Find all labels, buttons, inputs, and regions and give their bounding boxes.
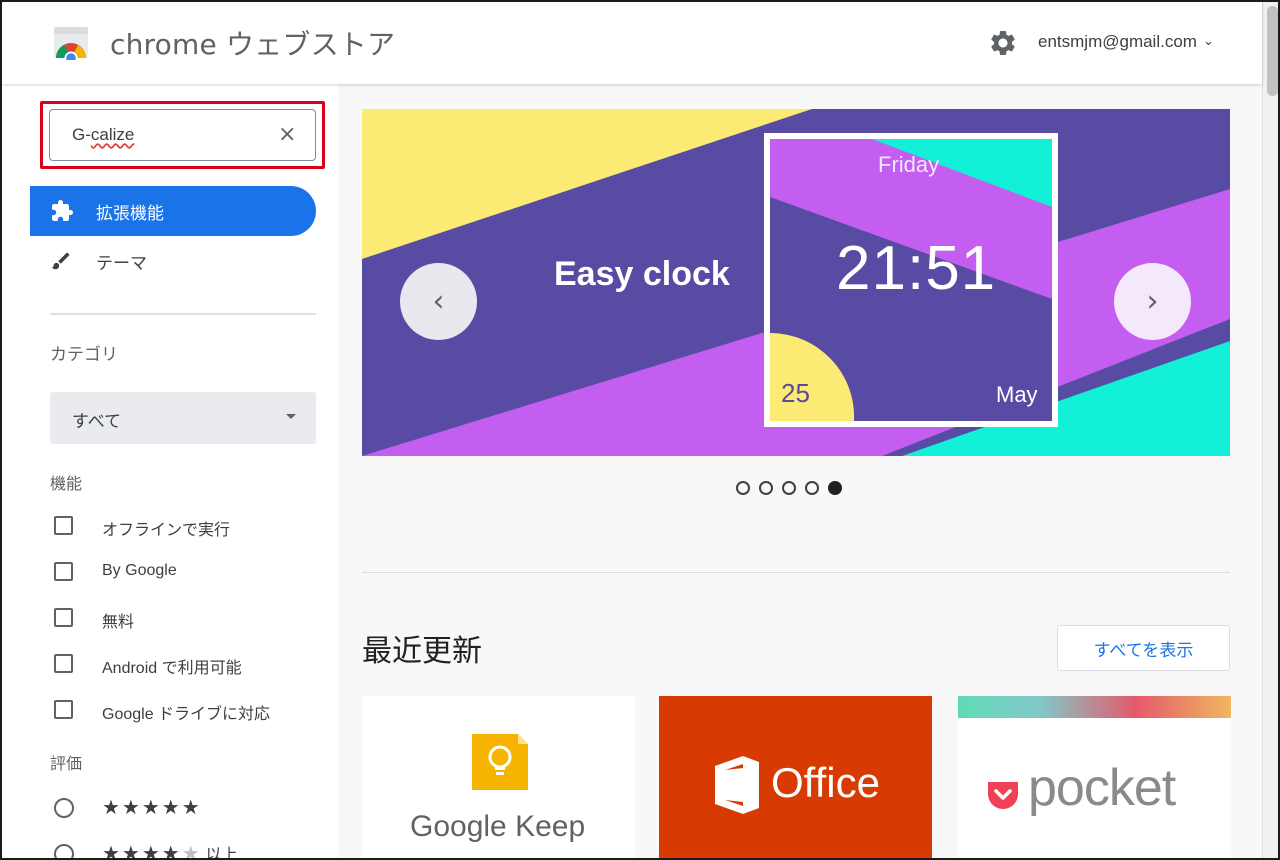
stars-suffix: 以上 — [205, 845, 238, 860]
app-title: chrome ウェブストア — [110, 28, 396, 61]
feature-label: オフラインで実行 — [102, 522, 231, 539]
chevron-down-icon: ⌄ — [1202, 33, 1214, 48]
stars-full: ★★★★★ — [102, 795, 202, 819]
carousel-dot[interactable] — [805, 481, 819, 495]
section-divider — [362, 572, 1230, 573]
star-rating-5: ★★★★★ — [102, 795, 202, 819]
featured-banner[interactable]: Easy clock Friday 21:51 25 May ‹ › — [362, 109, 1230, 456]
stars-dim: ★ — [181, 841, 202, 860]
carousel-prev-button[interactable]: ‹ — [400, 263, 477, 340]
scrollbar-thumb[interactable] — [1267, 6, 1278, 96]
carousel-dot[interactable] — [736, 481, 750, 495]
stars-full: ★★★★ — [102, 841, 182, 860]
feature-label: Google ドライブに対応 — [102, 706, 271, 723]
nav-extensions-label: 拡張機能 — [96, 204, 164, 224]
feature-label: By Google — [102, 562, 177, 579]
page-scrollbar[interactable] — [1262, 2, 1278, 858]
feature-offline-checkbox[interactable]: オフラインで実行 — [50, 512, 330, 542]
account-email: entsmjm@gmail.com — [1038, 32, 1197, 51]
checkbox-box[interactable] — [54, 700, 73, 719]
nav-themes-label: テーマ — [96, 254, 147, 274]
checkbox-box[interactable] — [54, 654, 73, 673]
nav-themes[interactable]: テーマ — [30, 238, 316, 284]
pocket-color-stripe — [958, 696, 1231, 718]
clock-month: May — [996, 382, 1038, 407]
main-content: Easy clock Friday 21:51 25 May ‹ › 最近更新 … — [338, 84, 1262, 858]
app-card-name: Google Keep — [410, 810, 586, 843]
carousel-next-button[interactable]: › — [1114, 263, 1191, 340]
search-field[interactable]: G-calize × — [49, 109, 316, 161]
sidebar: G-calize × 拡張機能 テーマ カテゴリ すべて 機能 オフラインで実行 — [2, 84, 338, 860]
clock-time: 21:51 — [836, 234, 997, 303]
feature-free-checkbox[interactable]: 無料 — [50, 604, 330, 634]
features-heading: 機能 — [50, 474, 83, 493]
account-menu[interactable]: entsmjm@gmail.com ⌄ — [1038, 32, 1214, 52]
app-card-office[interactable]: Office — [659, 696, 932, 858]
recent-section-title: 最近更新 — [362, 634, 482, 669]
dropdown-caret-icon — [286, 414, 296, 419]
app-card-google-keep[interactable]: Google Keep — [362, 696, 635, 858]
gear-icon[interactable] — [988, 28, 1018, 58]
category-selected-value: すべて — [72, 412, 122, 432]
chevron-right-icon: › — [1146, 284, 1159, 319]
nav-extensions[interactable]: 拡張機能 — [30, 186, 316, 236]
feature-label: 無料 — [102, 614, 135, 631]
clock-day: Friday — [878, 152, 940, 177]
browser-frame: chrome ウェブストア entsmjm@gmail.com ⌄ G-caliz… — [0, 0, 1280, 860]
banner-title: Easy clock — [554, 255, 730, 293]
feature-by-google-checkbox[interactable]: By Google — [50, 558, 330, 588]
feature-drive-checkbox[interactable]: Google ドライブに対応 — [50, 696, 330, 726]
search-value-misspelled: calize — [90, 125, 135, 144]
app-card-name: Office — [771, 759, 880, 806]
category-select[interactable]: すべて — [50, 392, 316, 444]
pocket-logo-icon — [988, 782, 1018, 809]
clear-search-icon[interactable]: × — [278, 123, 296, 147]
feature-label: Android で利用可能 — [102, 660, 242, 677]
carousel-dot-active[interactable] — [828, 481, 842, 495]
feature-android-checkbox[interactable]: Android で利用可能 — [50, 650, 330, 680]
app-card-pocket[interactable]: pocket — [958, 696, 1231, 858]
chevron-left-icon: ‹ — [432, 284, 445, 319]
puzzle-piece-icon — [52, 200, 73, 221]
lightbulb-icon — [472, 734, 528, 790]
checkbox-box[interactable] — [54, 562, 73, 581]
checkbox-box[interactable] — [54, 516, 73, 535]
rating-4-stars-radio[interactable]: ★★★★★ 以上 — [50, 840, 330, 860]
sidebar-divider — [50, 313, 316, 315]
category-heading: カテゴリ — [50, 345, 118, 365]
top-header: chrome ウェブストア entsmjm@gmail.com ⌄ — [2, 2, 1262, 84]
radio-button[interactable] — [54, 798, 74, 818]
office-logo-icon — [715, 756, 759, 814]
radio-button[interactable] — [54, 844, 74, 858]
clock-date: 25 — [781, 378, 810, 408]
carousel-dot[interactable] — [782, 481, 796, 495]
app-card-name: pocket — [1028, 759, 1176, 817]
rating-heading: 評価 — [50, 754, 83, 773]
checkbox-box[interactable] — [54, 608, 73, 627]
chrome-web-store-logo[interactable] — [52, 24, 90, 60]
rating-5-stars-radio[interactable]: ★★★★★ — [50, 794, 330, 824]
carousel-dots — [736, 481, 842, 497]
carousel-dot[interactable] — [759, 481, 773, 495]
star-rating-4: ★★★★★ 以上 — [102, 841, 238, 860]
search-input[interactable]: G-calize — [72, 125, 134, 145]
paintbrush-icon — [51, 252, 70, 270]
show-all-button[interactable]: すべてを表示 — [1057, 625, 1230, 671]
search-value-prefix: G- — [72, 125, 91, 144]
